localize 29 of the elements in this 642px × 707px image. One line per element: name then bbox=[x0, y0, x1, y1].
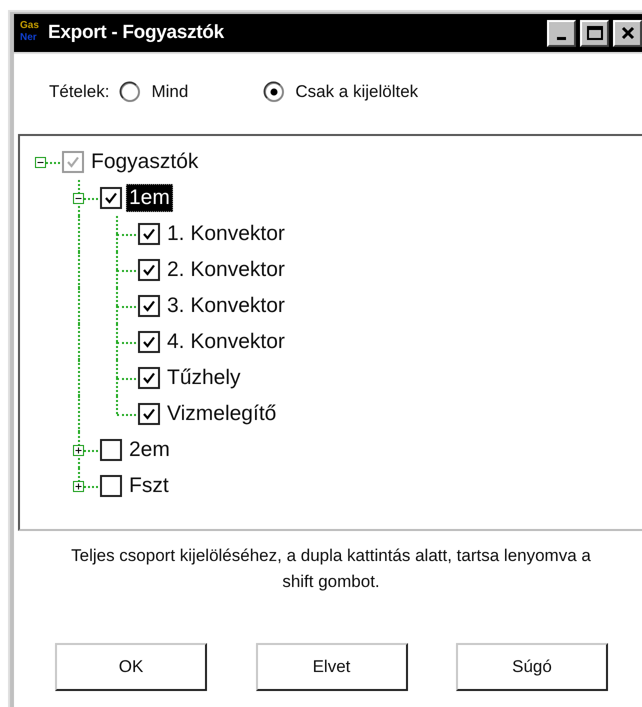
close-icon bbox=[620, 26, 634, 40]
dialog-button[interactable]: OK bbox=[55, 643, 207, 691]
maximize-icon bbox=[586, 26, 602, 40]
tree-item[interactable]: 2em bbox=[126, 436, 173, 464]
maximize-button[interactable] bbox=[580, 20, 609, 46]
radio-button[interactable] bbox=[263, 81, 286, 103]
tree-item[interactable]: Vizmelegítő bbox=[164, 400, 280, 428]
tree-item[interactable]: 1. Konvektor bbox=[164, 220, 288, 248]
tree-checkbox[interactable] bbox=[100, 439, 122, 461]
minimize-icon bbox=[557, 36, 566, 40]
dialog-button[interactable]: Elvet bbox=[256, 643, 408, 691]
tree-item[interactable]: Fogyasztók bbox=[88, 148, 202, 176]
tree-item[interactable]: Fszt bbox=[126, 472, 172, 500]
radio-label[interactable]: Mind bbox=[151, 82, 188, 102]
dialog-button[interactable]: Súgó bbox=[456, 643, 608, 691]
tree-item[interactable]: 1em bbox=[126, 184, 173, 212]
window-title: Export - Fogyasztók bbox=[48, 22, 224, 44]
tree-item[interactable]: Tűzhely bbox=[164, 364, 244, 392]
minimize-button[interactable] bbox=[547, 20, 576, 46]
hint-text: Teljes csoport kijelöléséhez, a dupla kattintás alatt, tartsa lenyomva a shift gombot. bbox=[70, 545, 592, 593]
items-label: Tételek: bbox=[49, 82, 110, 102]
app-logo: Gas Ner bbox=[20, 20, 40, 45]
radio-label[interactable]: Csak a kijelöltek bbox=[295, 82, 418, 102]
tree-checkbox[interactable] bbox=[100, 475, 122, 497]
tree-item[interactable]: 4. Konvektor bbox=[164, 328, 288, 356]
tree-item[interactable]: 3. Konvektor bbox=[164, 292, 288, 320]
radio-button[interactable] bbox=[119, 81, 142, 103]
close-button[interactable] bbox=[613, 20, 642, 46]
tree-item[interactable]: 2. Konvektor bbox=[164, 256, 288, 284]
